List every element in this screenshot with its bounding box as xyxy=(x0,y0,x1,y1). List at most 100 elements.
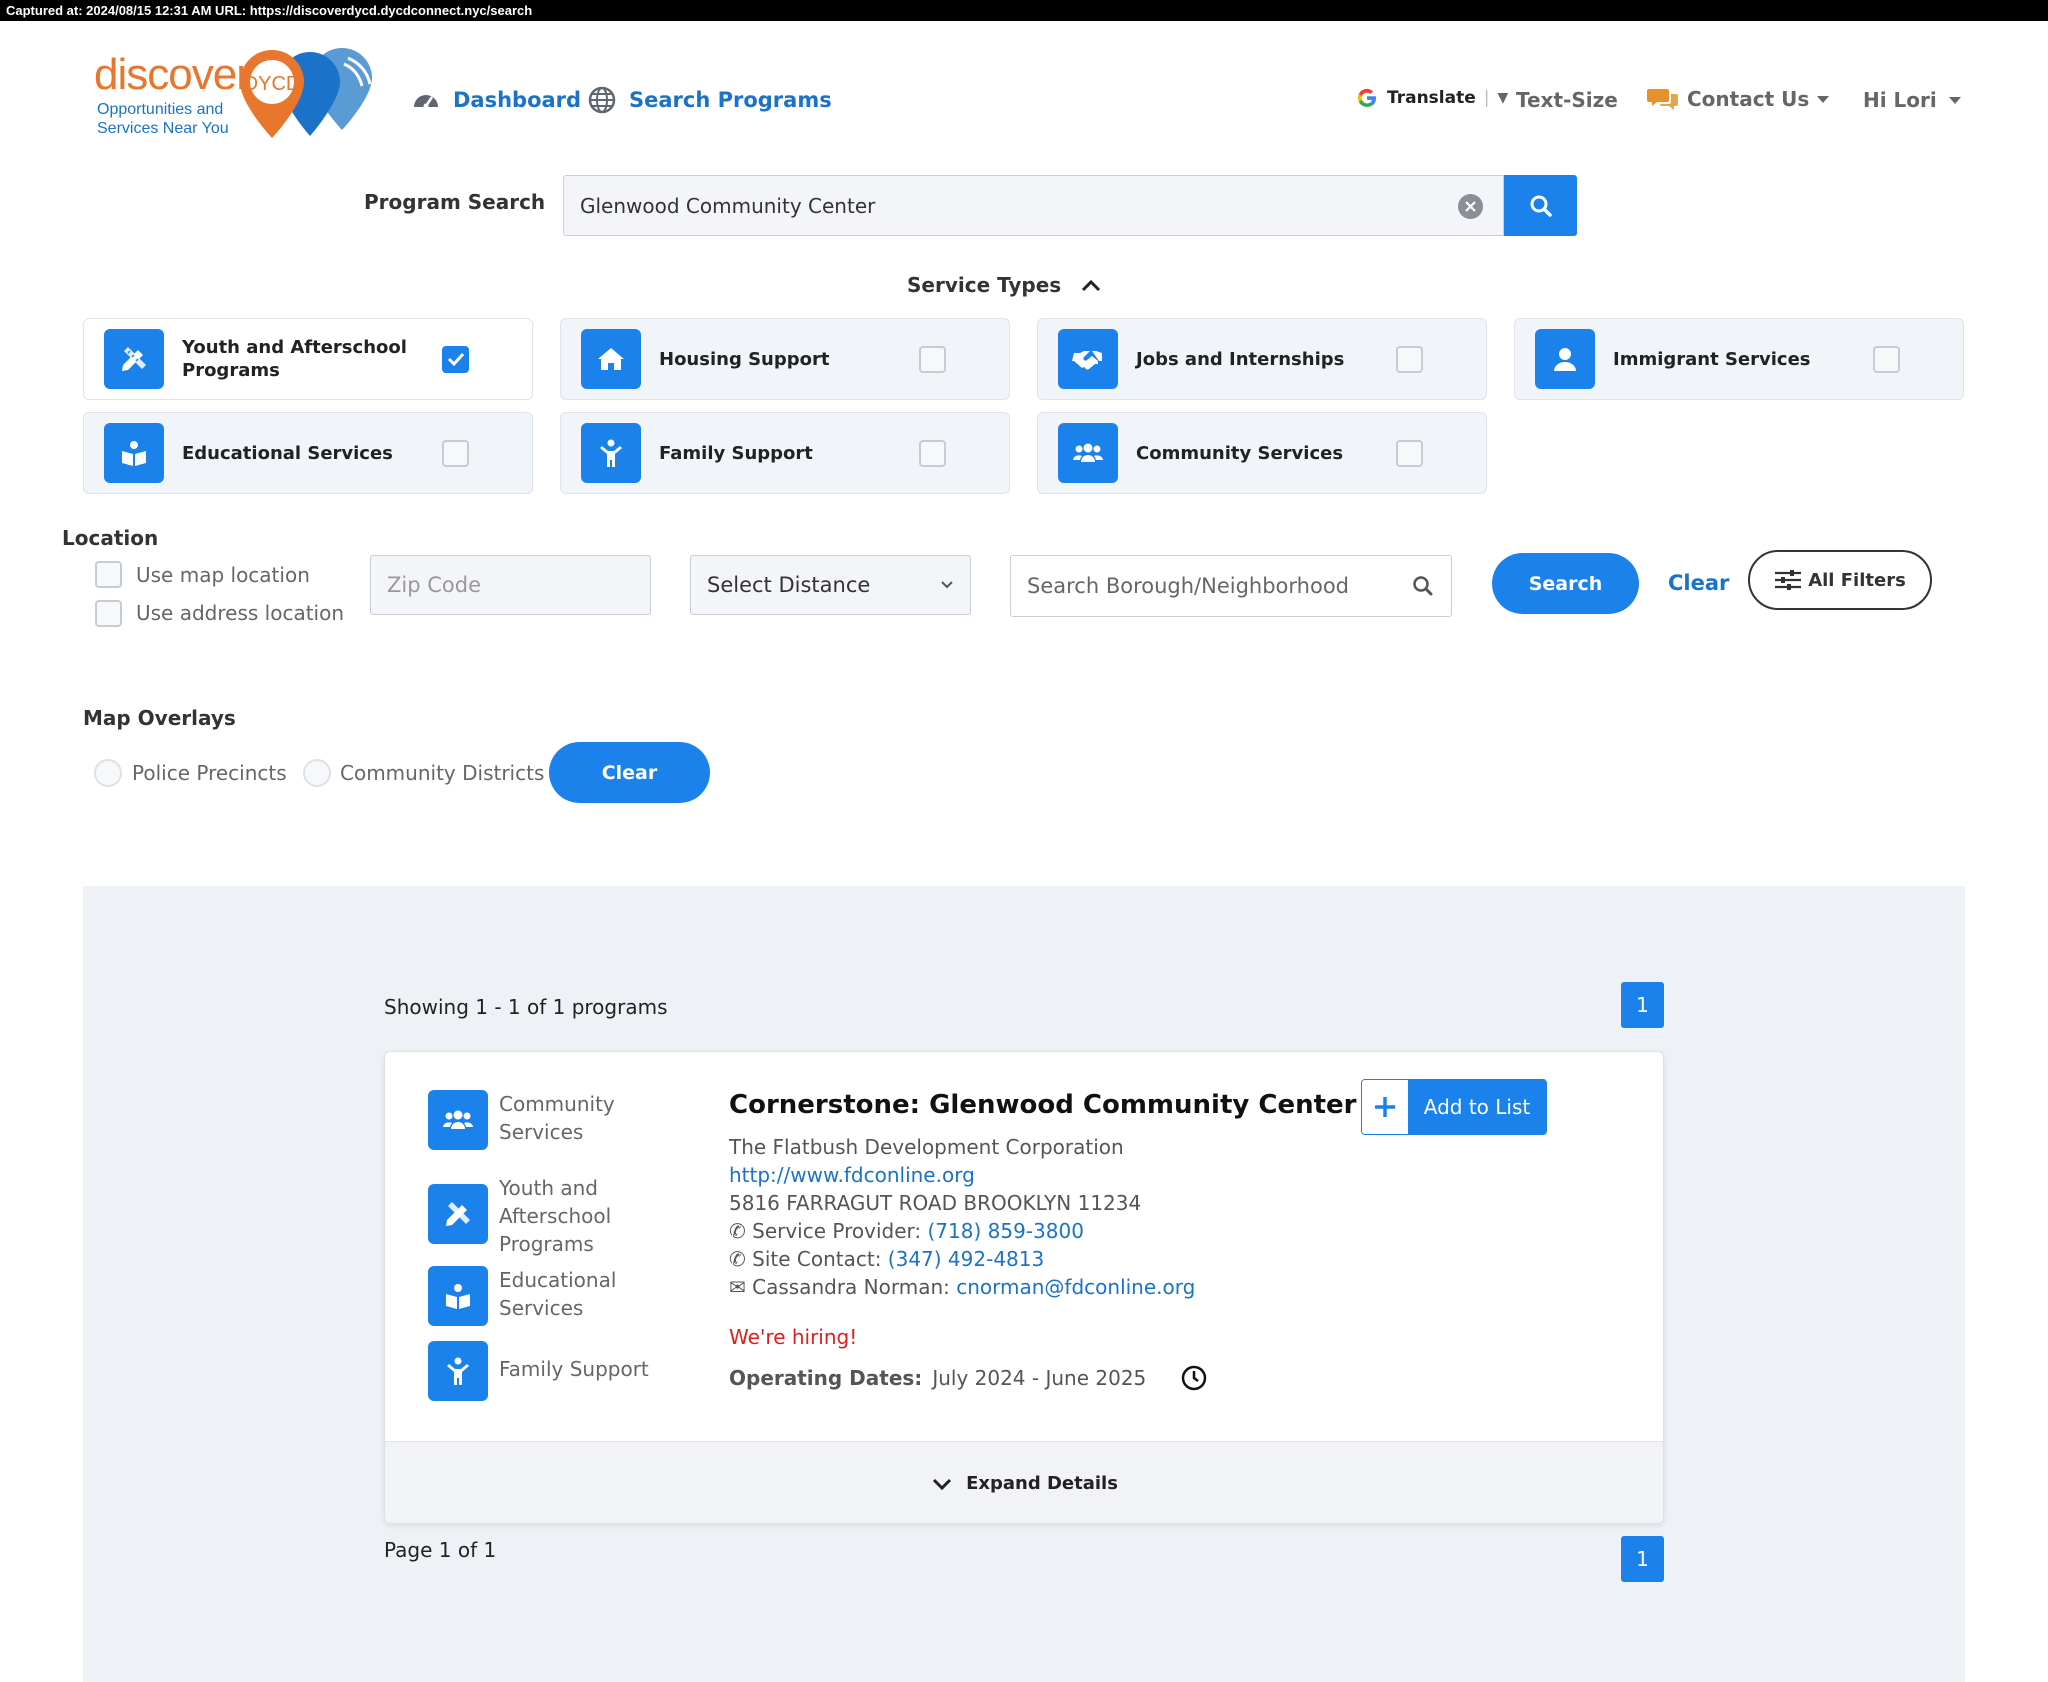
program-tag-label: Youth and Afterschool Programs xyxy=(499,1176,612,1256)
phone-icon: ✆ xyxy=(729,1219,746,1243)
program-tag-community: Community Services xyxy=(428,1090,629,1150)
site-contact-phone-link[interactable]: (347) 492-4813 xyxy=(888,1247,1044,1271)
contact-us-menu[interactable]: Contact Us xyxy=(1647,86,1830,112)
service-card-jobs[interactable]: Jobs and Internships xyxy=(1037,318,1487,400)
service-card-educational[interactable]: Educational Services xyxy=(83,412,533,494)
select-distance-dropdown[interactable]: Select Distance xyxy=(690,555,971,615)
program-organization: The Flatbush Development Corporation xyxy=(729,1135,1124,1159)
child-icon xyxy=(428,1341,488,1401)
dycd-logo-pins-icon[interactable]: DYCD xyxy=(232,44,390,140)
child-icon xyxy=(581,423,641,483)
service-card-community[interactable]: Community Services xyxy=(1037,412,1487,494)
contact-us-label: Contact Us xyxy=(1687,87,1810,111)
service-card-immigrant[interactable]: Immigrant Services xyxy=(1514,318,1964,400)
program-search-button[interactable] xyxy=(1504,175,1577,236)
location-search-label: Search xyxy=(1528,572,1603,595)
program-tag-label: Family Support xyxy=(499,1357,649,1381)
operating-dates: Operating Dates: July 2024 - June 2025 xyxy=(729,1364,1208,1392)
clock-icon[interactable] xyxy=(1180,1364,1208,1392)
service-label: Educational Services xyxy=(182,442,393,464)
service-label: Jobs and Internships xyxy=(1136,348,1345,370)
overlays-clear-button[interactable]: Clear xyxy=(549,742,710,803)
nav-dashboard[interactable]: Dashboard xyxy=(411,85,581,115)
user-icon xyxy=(1535,329,1595,389)
service-provider-phone-link[interactable]: (718) 859-3800 xyxy=(928,1219,1084,1243)
google-translate-widget[interactable]: Translate | ▼ xyxy=(1355,86,1508,110)
users-icon xyxy=(1058,423,1118,483)
location-search-button[interactable]: Search xyxy=(1492,553,1639,614)
service-card-family[interactable]: Family Support xyxy=(560,412,1010,494)
use-address-location-checkbox[interactable] xyxy=(95,600,122,627)
text-size-label: Text-Size xyxy=(1516,88,1618,112)
service-checkbox-housing[interactable] xyxy=(919,345,946,373)
map-overlays-heading: Map Overlays xyxy=(83,706,236,730)
service-label: Housing Support xyxy=(659,348,830,370)
use-address-location-label: Use address location xyxy=(136,601,345,625)
book-reader-icon xyxy=(428,1266,488,1326)
select-distance-value: Select Distance xyxy=(707,573,871,597)
results-count: Showing 1 - 1 of 1 programs xyxy=(384,995,668,1019)
contact-us-caret-icon xyxy=(1817,95,1830,103)
community-districts-radio[interactable] xyxy=(303,759,331,787)
service-checkbox-educational[interactable] xyxy=(442,439,469,467)
add-to-list-button[interactable]: Add to List xyxy=(1361,1079,1547,1135)
expand-details-label: Expand Details xyxy=(966,1473,1118,1494)
service-provider-row: ✆ Service Provider: (718) 859-3800 xyxy=(729,1217,1195,1245)
zip-code-placeholder: Zip Code xyxy=(387,573,481,597)
user-menu[interactable]: Hi Lori xyxy=(1863,88,1961,112)
text-size-button[interactable]: Text-Size xyxy=(1516,88,1618,112)
service-card-youth[interactable]: Youth and Afterschool Programs xyxy=(83,318,533,400)
chevron-down-icon xyxy=(933,1478,952,1490)
logo-tagline-line2: Services Near You xyxy=(97,120,229,137)
service-checkbox-community[interactable] xyxy=(1396,439,1423,467)
service-card-housing[interactable]: Housing Support xyxy=(560,318,1010,400)
chevron-down-icon xyxy=(941,581,953,589)
service-types-toggle[interactable]: Service Types xyxy=(907,273,1101,297)
police-precincts-label: Police Precincts xyxy=(132,761,287,785)
service-checkbox-family[interactable] xyxy=(919,439,946,467)
program-tag-youth: Youth and Afterschool Programs xyxy=(428,1174,629,1258)
service-checkbox-immigrant[interactable] xyxy=(1873,345,1900,373)
program-search-label: Program Search xyxy=(364,190,546,214)
close-icon xyxy=(1465,201,1476,212)
program-title[interactable]: Cornerstone: Glenwood Community Center xyxy=(729,1090,1357,1120)
program-search-value: Glenwood Community Center xyxy=(580,193,876,218)
program-tag-family: Family Support xyxy=(428,1341,649,1401)
operating-dates-label: Operating Dates: xyxy=(729,1366,923,1390)
pagination-bottom-page-1[interactable]: 1 xyxy=(1621,1536,1664,1582)
pagination-top-page-1[interactable]: 1 xyxy=(1621,982,1664,1028)
location-clear-link[interactable]: Clear xyxy=(1668,571,1729,595)
hiring-notice[interactable]: We're hiring! xyxy=(729,1325,857,1349)
all-filters-label: All Filters xyxy=(1808,569,1906,591)
site-contact-row: ✆ Site Contact: (347) 492-4813 xyxy=(729,1245,1195,1273)
dashboard-gauge-icon xyxy=(414,95,438,109)
program-website-link[interactable]: http://www.fdconline.org xyxy=(729,1161,1195,1189)
user-menu-caret-icon xyxy=(1948,96,1961,104)
contact-email-link[interactable]: cnorman@fdconline.org xyxy=(956,1275,1195,1299)
police-precincts-radio[interactable] xyxy=(94,759,122,787)
clear-search-icon[interactable] xyxy=(1458,194,1483,219)
program-search-input[interactable]: Glenwood Community Center xyxy=(563,175,1504,236)
all-filters-button[interactable]: All Filters xyxy=(1748,550,1932,610)
use-map-location-checkbox[interactable] xyxy=(95,561,122,588)
program-tag-label: Community Services xyxy=(499,1092,615,1144)
search-icon xyxy=(1530,195,1552,217)
location-heading: Location xyxy=(62,526,159,550)
borough-search-input[interactable]: Search Borough/Neighborhood xyxy=(1010,555,1452,617)
nav-dashboard-label: Dashboard xyxy=(453,88,582,112)
zip-code-input[interactable]: Zip Code xyxy=(370,555,651,615)
service-checkbox-youth[interactable] xyxy=(442,345,469,373)
service-checkbox-jobs[interactable] xyxy=(1396,345,1423,373)
logo-word[interactable]: discover xyxy=(94,50,251,100)
translate-divider: | xyxy=(1483,88,1490,108)
overlays-clear-label: Clear xyxy=(601,761,658,784)
handshake-icon xyxy=(1058,329,1118,389)
service-label: Youth and Afterschool Programs xyxy=(182,337,407,381)
nav-search-programs[interactable]: Search Programs xyxy=(587,85,832,115)
chevron-up-icon xyxy=(1082,279,1101,292)
expand-details-toggle[interactable]: Expand Details xyxy=(385,1441,1663,1523)
google-g-icon xyxy=(1357,88,1376,108)
program-tag-label: Educational Services xyxy=(499,1268,617,1320)
pencil-ruler-icon xyxy=(104,329,164,389)
pencil-ruler-icon xyxy=(428,1184,488,1244)
